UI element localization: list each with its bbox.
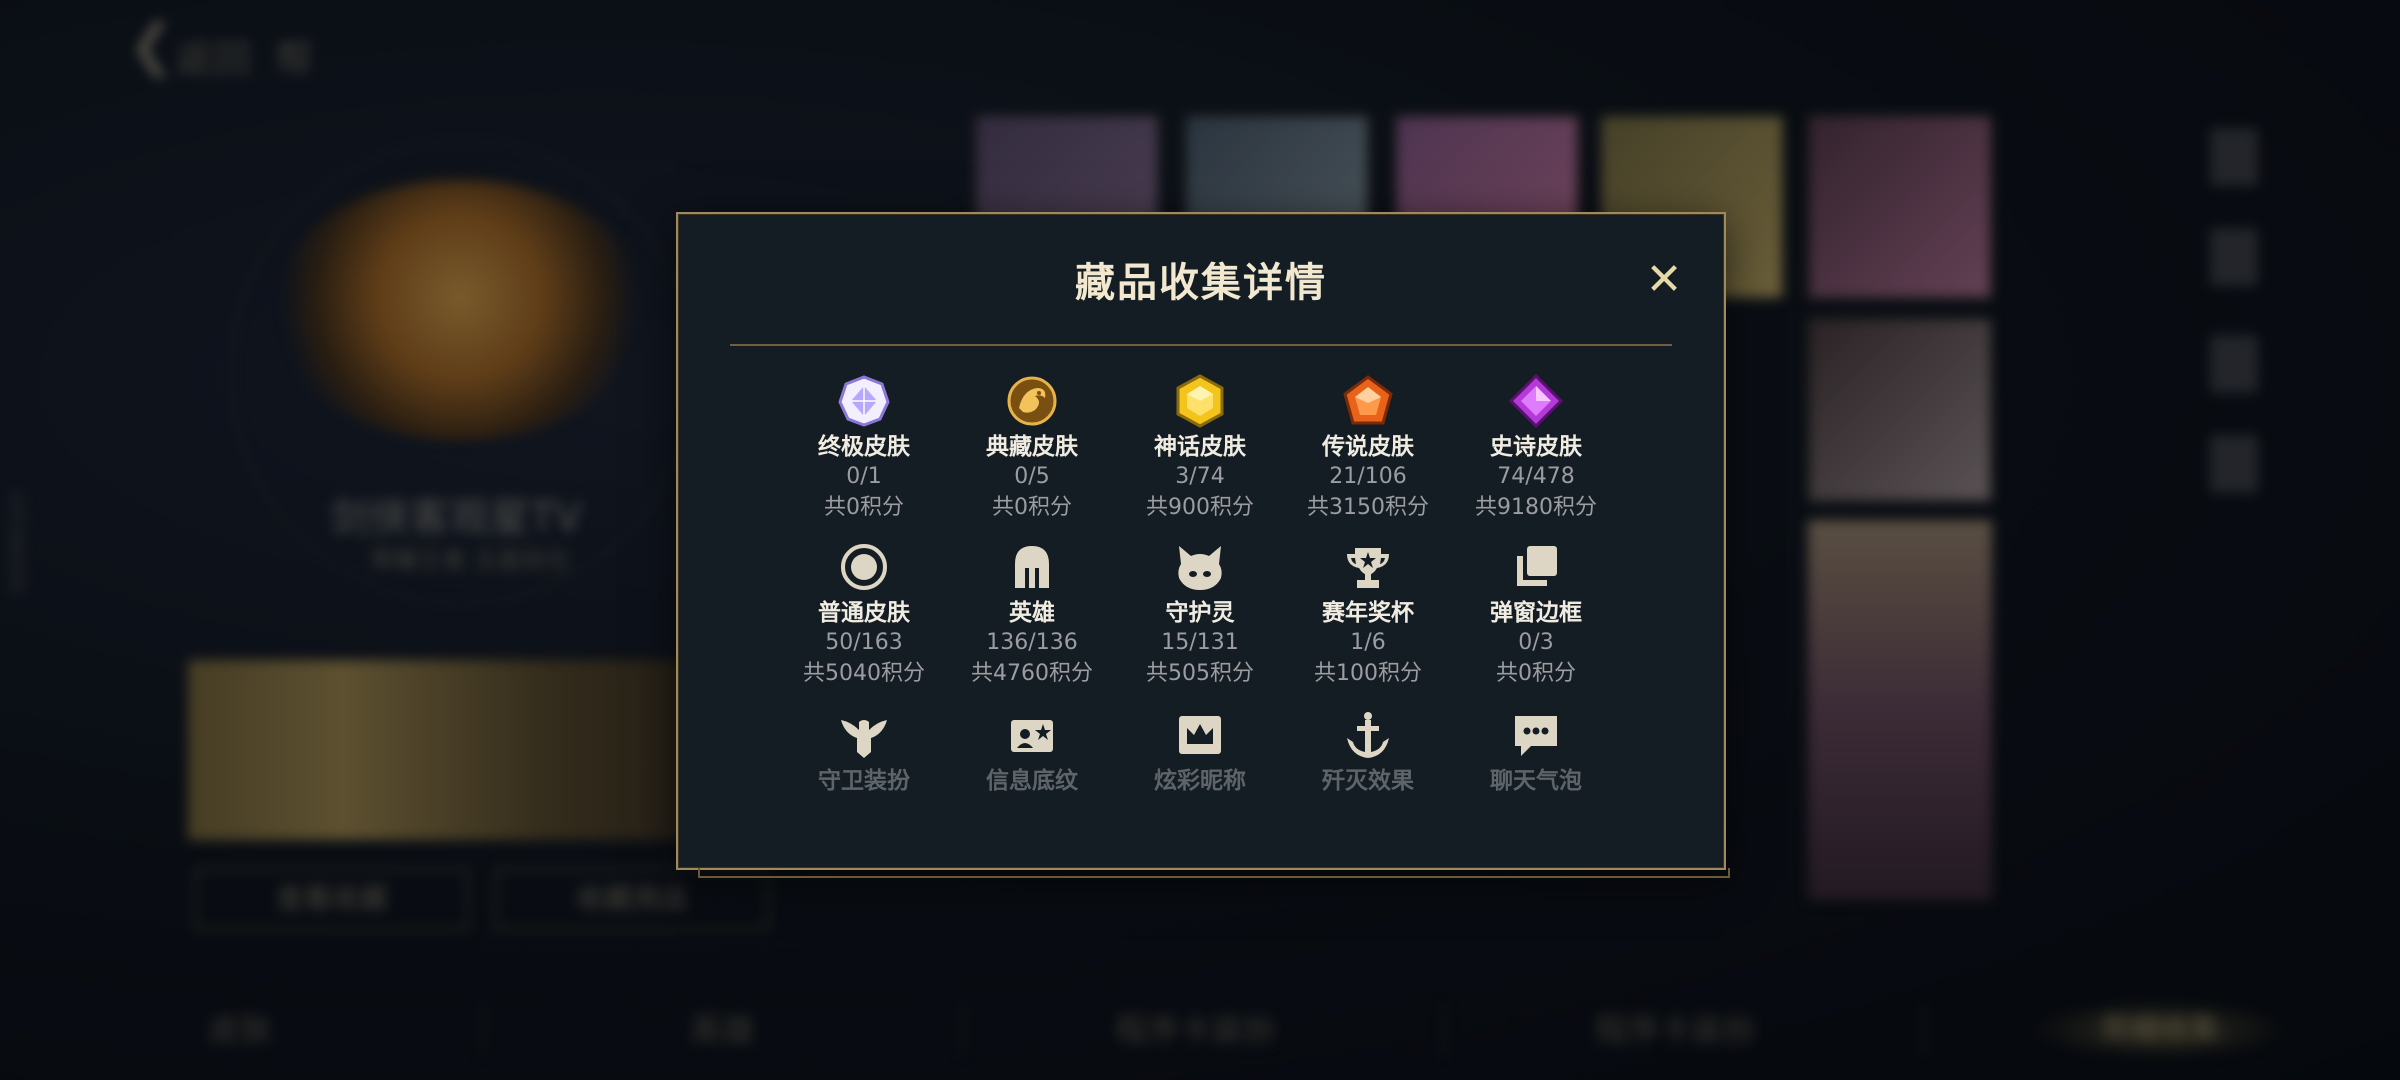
chat-bubble-icon xyxy=(1515,716,1557,756)
item-name: 终极皮肤 xyxy=(818,434,910,460)
item-points: 共5040积分 xyxy=(803,661,925,686)
item-name: 典藏皮肤 xyxy=(986,434,1078,460)
close-icon[interactable]: ✕ xyxy=(1642,258,1686,302)
item-points: 共0积分 xyxy=(824,495,904,520)
item-name: 歼灭效果 xyxy=(1322,768,1414,794)
item-points: 共0积分 xyxy=(992,495,1072,520)
item-name: 弹窗边框 xyxy=(1490,600,1582,626)
id-card-icon xyxy=(1011,720,1053,752)
dragon-icon xyxy=(1007,376,1057,426)
collection-item-guard-outfit[interactable]: 守卫装扮 xyxy=(780,708,948,796)
item-count: 0/3 xyxy=(1518,630,1554,655)
circle-icon xyxy=(841,544,887,590)
legend-gem-icon xyxy=(1343,375,1393,425)
item-count: 0/1 xyxy=(846,464,882,489)
item-name: 守卫装扮 xyxy=(818,768,910,794)
item-name: 炫彩昵称 xyxy=(1154,768,1246,794)
item-count: 74/478 xyxy=(1497,464,1575,489)
item-name: 传说皮肤 xyxy=(1322,434,1414,460)
collection-item-popup-frame[interactable]: 弹窗边框 0/3 共0积分 xyxy=(1452,540,1620,690)
collection-item-epic[interactable]: 史诗皮肤 74/478 共9180积分 xyxy=(1452,374,1620,524)
item-count: 21/106 xyxy=(1329,464,1407,489)
item-name: 守护灵 xyxy=(1165,600,1235,626)
item-name: 英雄 xyxy=(1009,600,1055,626)
dialog-title: 藏品收集详情 xyxy=(1075,260,1327,306)
item-name: 赛年奖杯 xyxy=(1322,600,1414,626)
item-count: 1/6 xyxy=(1350,630,1386,655)
collection-item-guardian[interactable]: 守护灵 15/131 共505积分 xyxy=(1116,540,1284,690)
collection-grid: 终极皮肤 0/1 共0积分 典藏皮肤 0/5 共0积分 神话皮肤 3/74 共9… xyxy=(780,374,1620,844)
item-points: 共3150积分 xyxy=(1307,495,1429,520)
item-count: 136/136 xyxy=(986,630,1078,655)
ultimate-skin-icon xyxy=(838,375,890,427)
collection-item-legend[interactable]: 传说皮肤 21/106 共3150积分 xyxy=(1284,374,1452,524)
collection-item-collection-skin[interactable]: 典藏皮肤 0/5 共0积分 xyxy=(948,374,1116,524)
collection-item-hero[interactable]: 英雄 136/136 共4760积分 xyxy=(948,540,1116,690)
crown-card-icon xyxy=(1179,716,1221,754)
trophy-icon xyxy=(1347,548,1389,588)
item-points: 共100积分 xyxy=(1314,661,1422,686)
item-count: 50/163 xyxy=(825,630,903,655)
anchor-icon xyxy=(1347,712,1389,758)
item-count: 3/74 xyxy=(1175,464,1225,489)
item-count: 15/131 xyxy=(1161,630,1239,655)
title-divider xyxy=(730,344,1672,346)
helmet-icon xyxy=(1015,546,1049,588)
collection-item-info-background[interactable]: 信息底纹 xyxy=(948,708,1116,796)
item-name: 普通皮肤 xyxy=(818,600,910,626)
item-name: 聊天气泡 xyxy=(1490,768,1582,794)
item-points: 共9180积分 xyxy=(1475,495,1597,520)
collection-details-dialog: 藏品收集详情 ✕ 终极皮肤 0/1 共0积分 典藏皮肤 0/5 共0积分 神话皮… xyxy=(676,212,1730,878)
item-points: 共505积分 xyxy=(1146,661,1254,686)
item-name: 信息底纹 xyxy=(986,768,1078,794)
mythic-gem-icon xyxy=(1176,374,1224,428)
item-points: 共4760积分 xyxy=(971,661,1093,686)
guardian-spirit-icon xyxy=(1178,546,1222,590)
item-count: 0/5 xyxy=(1014,464,1050,489)
collection-item-annihilation-effect[interactable]: 歼灭效果 xyxy=(1284,708,1452,796)
item-points: 共0积分 xyxy=(1496,661,1576,686)
winged-guard-icon xyxy=(841,720,887,758)
item-points: 共900积分 xyxy=(1146,495,1254,520)
item-name: 神话皮肤 xyxy=(1154,434,1246,460)
collection-item-mythic[interactable]: 神话皮肤 3/74 共900积分 xyxy=(1116,374,1284,524)
collection-item-colorful-nickname[interactable]: 炫彩昵称 xyxy=(1116,708,1284,796)
collection-item-normal-skin[interactable]: 普通皮肤 50/163 共5040积分 xyxy=(780,540,948,690)
collection-item-season-trophy[interactable]: 赛年奖杯 1/6 共100积分 xyxy=(1284,540,1452,690)
frame-stack-icon xyxy=(1517,546,1557,586)
item-name: 史诗皮肤 xyxy=(1490,434,1582,460)
collection-item-chat-bubble[interactable]: 聊天气泡 xyxy=(1452,708,1620,796)
epic-gem-icon xyxy=(1509,374,1563,428)
collection-item-ultimate[interactable]: 终极皮肤 0/1 共0积分 xyxy=(780,374,948,524)
